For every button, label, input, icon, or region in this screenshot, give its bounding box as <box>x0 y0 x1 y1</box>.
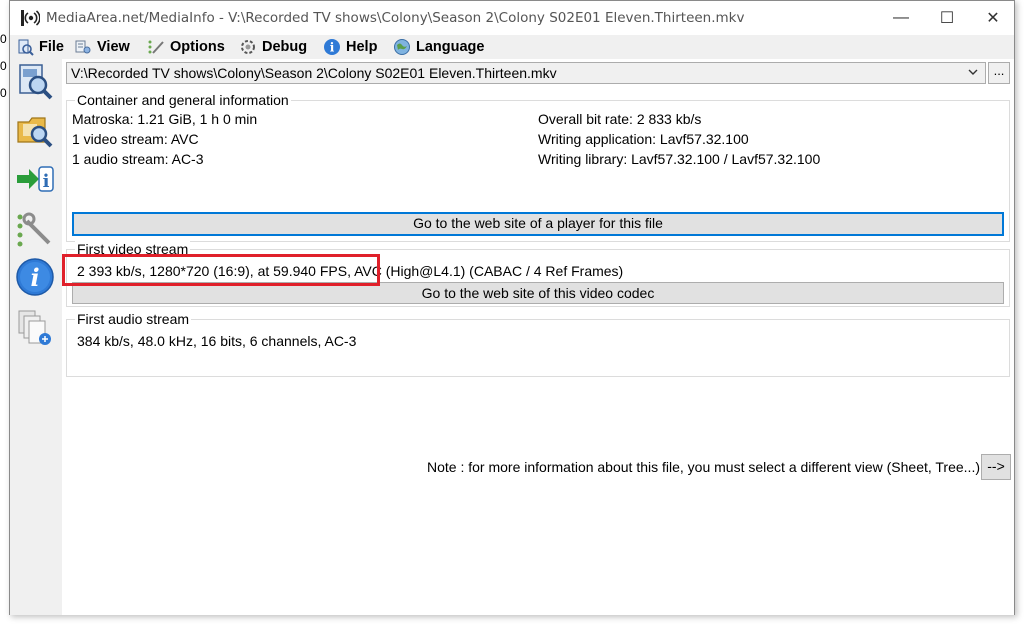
menu-help[interactable]: i Help <box>323 37 377 57</box>
red-highlight-box <box>62 254 380 286</box>
minimize-icon: — <box>893 9 909 26</box>
options-icon <box>148 40 164 54</box>
view-icon <box>75 40 91 54</box>
svg-text:i: i <box>330 41 335 55</box>
general-info-line: Matroska: 1.21 GiB, 1 h 0 min <box>72 111 258 127</box>
player-website-button[interactable]: Go to the web site of a player for this … <box>72 212 1004 236</box>
edge-digit: 0 <box>0 59 7 73</box>
sidebar-toolbar: i i <box>10 59 62 615</box>
file-select-dropdown[interactable]: V:\Recorded TV shows\Colony\Season 2\Col… <box>66 62 986 84</box>
sidebar-open-folder-button[interactable] <box>15 110 55 150</box>
title-bar[interactable]: MediaArea.net/MediaInfo - V:\Recorded TV… <box>10 1 1014 35</box>
export-icon: i <box>17 166 54 192</box>
general-info-line: Overall bit rate: 2 833 kb/s <box>538 111 702 127</box>
sidebar-preferences-button[interactable] <box>15 209 55 249</box>
audio-stream-group: First audio stream 384 kb/s, 48.0 kHz, 1… <box>66 311 1010 377</box>
open-file-icon <box>19 64 53 100</box>
svg-text:i: i <box>43 171 50 192</box>
background-edge-text: 0 0 0 <box>0 26 9 107</box>
general-info-legend: Container and general information <box>75 92 291 108</box>
mediainfo-app-icon <box>21 10 40 26</box>
audio-stream-info: 384 kb/s, 48.0 kHz, 16 bits, 6 channels,… <box>77 333 357 349</box>
maximize-icon: ☐ <box>939 10 955 27</box>
general-info-group: Container and general information Matros… <box>66 92 1010 242</box>
svg-text:i: i <box>30 263 39 292</box>
general-info-line: Writing library: Lavf57.32.100 / Lavf57.… <box>538 151 821 167</box>
menu-file-label: File <box>39 39 64 55</box>
file-icon <box>18 39 34 56</box>
menu-file[interactable]: File <box>16 37 64 57</box>
menu-debug[interactable]: Debug <box>239 37 307 57</box>
browse-button[interactable]: ... <box>988 62 1010 84</box>
mediainfo-window: MediaArea.net/MediaInfo - V:\Recorded TV… <box>9 0 1015 615</box>
menu-view[interactable]: View <box>74 37 130 57</box>
open-folder-icon <box>17 117 53 148</box>
main-content: V:\Recorded TV shows\Colony\Season 2\Col… <box>62 59 1014 615</box>
debug-icon <box>241 40 255 54</box>
edge-digit: 0 <box>0 86 7 100</box>
sidebar-export-button[interactable]: i <box>15 159 55 199</box>
about-icon: i <box>16 258 54 296</box>
language-icon <box>394 39 410 55</box>
sidebar-knowledge-base-button[interactable] <box>15 307 55 347</box>
menu-view-label: View <box>97 39 130 55</box>
chevron-down-icon <box>968 69 978 75</box>
help-icon: i <box>324 39 340 55</box>
menu-debug-label: Debug <box>262 39 308 55</box>
maximize-button[interactable]: ☐ <box>924 1 970 35</box>
edge-digit: 0 <box>0 32 7 46</box>
close-button[interactable]: ✕ <box>970 1 1016 35</box>
general-info-line: 1 audio stream: AC-3 <box>72 151 204 167</box>
file-path: V:\Recorded TV shows\Colony\Season 2\Col… <box>71 65 557 81</box>
general-info-line: 1 video stream: AVC <box>72 131 199 147</box>
window-title: MediaArea.net/MediaInfo - V:\Recorded TV… <box>46 10 745 26</box>
note-arrow-button[interactable]: --> <box>981 454 1011 480</box>
minimize-button[interactable]: — <box>878 1 924 35</box>
menu-options[interactable]: Options <box>147 37 225 57</box>
sidebar-open-file-button[interactable] <box>15 61 55 101</box>
note-text: Note : for more information about this f… <box>427 459 980 475</box>
audio-stream-legend: First audio stream <box>75 311 192 327</box>
menu-help-label: Help <box>346 39 378 55</box>
menu-language-label: Language <box>416 39 485 55</box>
menu-language[interactable]: Language <box>393 37 484 57</box>
preferences-icon <box>17 212 51 247</box>
menu-bar: File View Options Debug i Help Language <box>10 35 1014 59</box>
close-icon: ✕ <box>986 10 1000 27</box>
knowledge-base-icon <box>18 310 51 345</box>
menu-options-label: Options <box>170 39 225 55</box>
general-info-line: Writing application: Lavf57.32.100 <box>538 131 749 147</box>
sidebar-about-button[interactable]: i <box>15 257 55 297</box>
